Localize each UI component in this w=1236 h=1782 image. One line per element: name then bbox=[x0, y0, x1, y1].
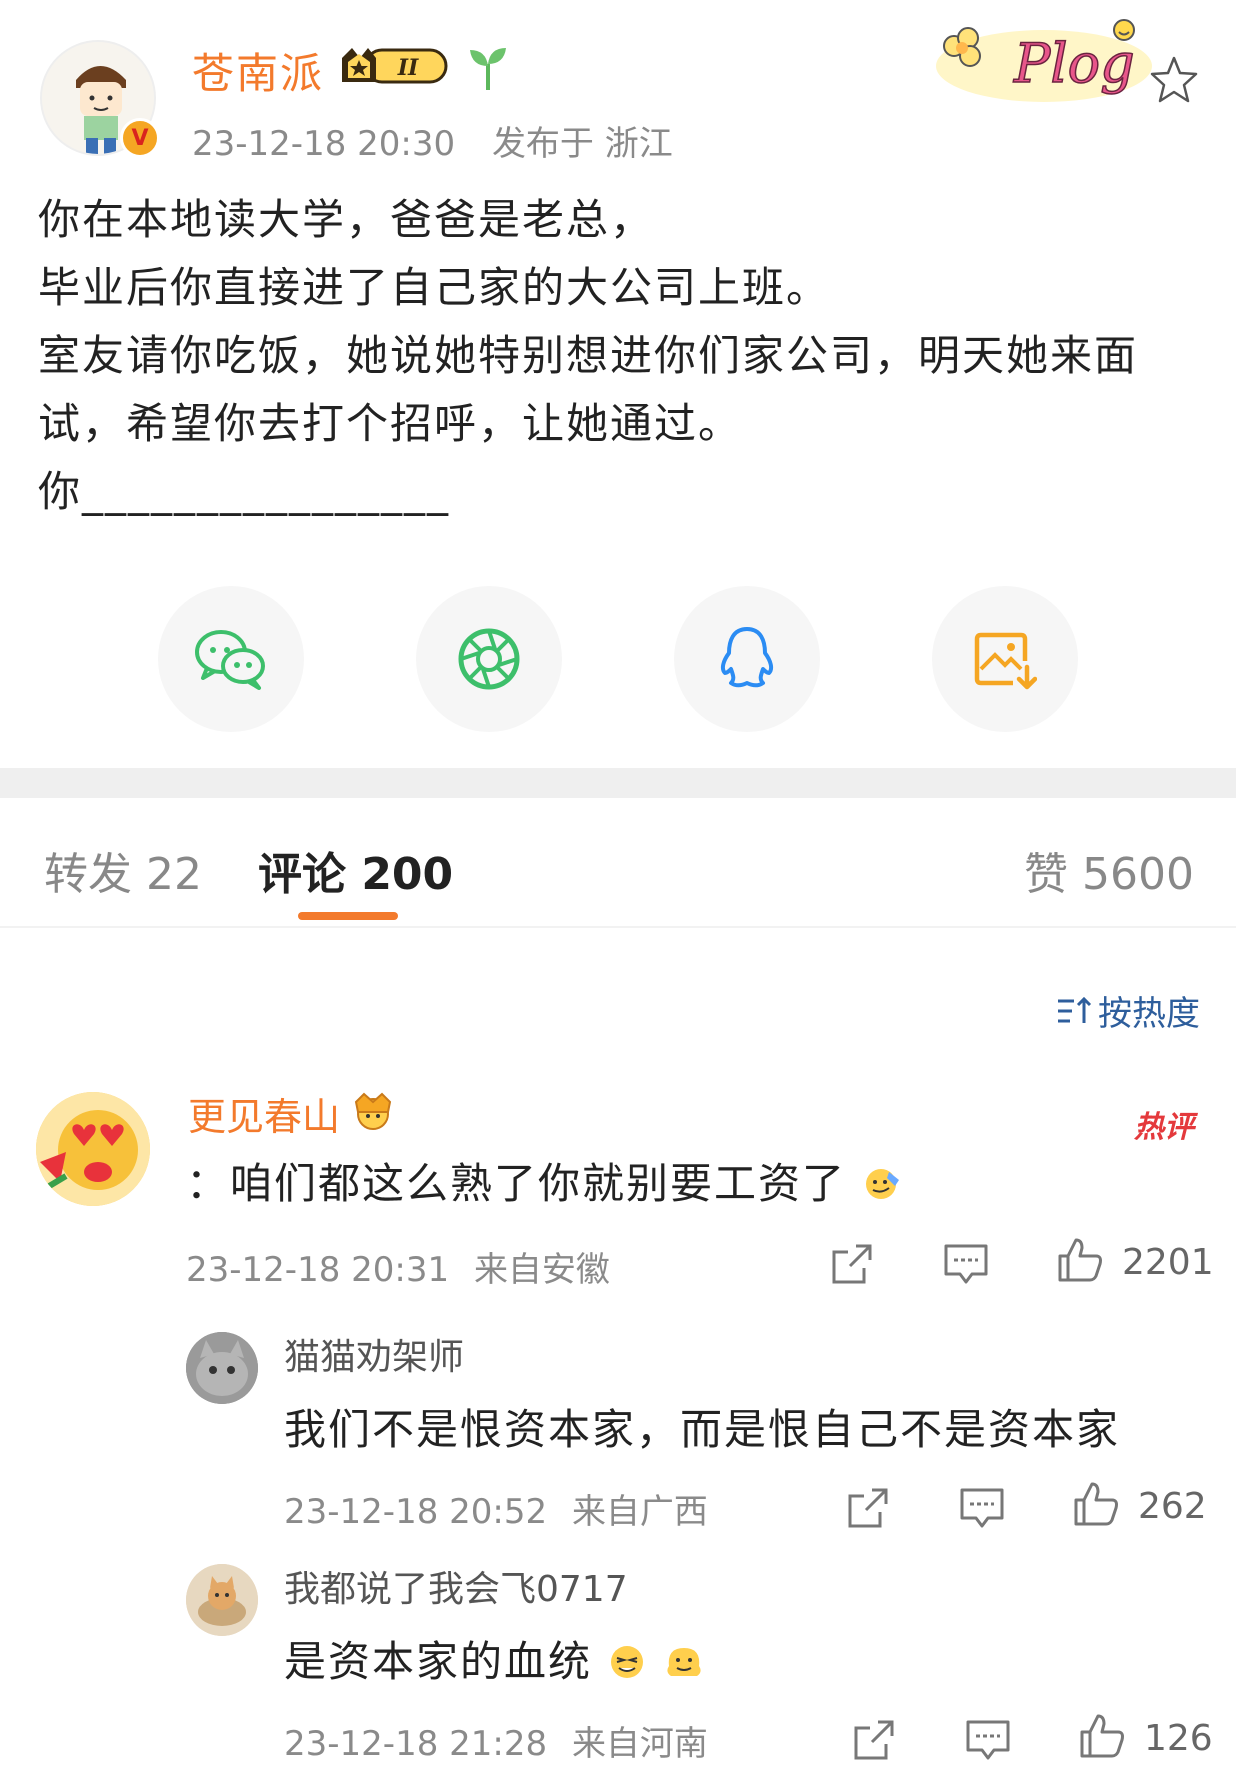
like-icon[interactable] bbox=[1056, 1236, 1104, 1284]
replier-avatar[interactable] bbox=[186, 1332, 258, 1404]
comment-text-content: ：咱们都这么熟了你就别要工资了 bbox=[186, 1159, 847, 1208]
comment-icon[interactable] bbox=[964, 1716, 1012, 1764]
replier-name[interactable]: 猫猫劝架师 bbox=[284, 1328, 464, 1380]
section-divider bbox=[0, 768, 1236, 798]
svg-text:Plog: Plog bbox=[1013, 32, 1135, 95]
share-moments-button[interactable] bbox=[416, 586, 562, 732]
reply-text-content: 是资本家的血统 bbox=[284, 1637, 593, 1686]
reply-item: 猫猫劝架师 我们不是恨资本家，而是恨自己不是资本家 23-12-18 20:52… bbox=[0, 1328, 1236, 1532]
verified-badge-icon: V bbox=[120, 118, 160, 158]
reply-meta: 23-12-18 20:52 来自广西 bbox=[284, 1484, 722, 1533]
share-icon[interactable] bbox=[828, 1240, 876, 1288]
like-count: 2201 bbox=[1122, 1242, 1214, 1283]
share-qq-button[interactable] bbox=[674, 586, 820, 732]
like-icon[interactable] bbox=[1072, 1480, 1120, 1528]
post-line: 毕业后你直接进了自己家的大公司上班。 bbox=[38, 263, 831, 312]
post-location: 发布于 浙江 bbox=[491, 124, 673, 164]
share-save-image-button[interactable] bbox=[932, 586, 1078, 732]
comment-icon[interactable] bbox=[942, 1240, 990, 1288]
post-line: 你________________ bbox=[38, 467, 451, 516]
tab-comments[interactable]: 评论 200 bbox=[258, 838, 453, 902]
post-timestamp: 23-12-18 20:30 bbox=[192, 124, 456, 164]
comment-text: ：咱们都这么熟了你就别要工资了 bbox=[186, 1150, 901, 1211]
reply-location: 来自河南 bbox=[571, 1724, 708, 1764]
crown-level-badge-icon[interactable]: II bbox=[338, 44, 456, 88]
reply-time: 23-12-18 21:28 bbox=[284, 1724, 548, 1764]
post-line: 你在本地读大学，爸爸是老总， bbox=[38, 195, 655, 244]
sprout-icon bbox=[470, 48, 506, 90]
share-row bbox=[0, 586, 1236, 732]
post-header: V 苍南派 II 23-12-18 20:30 发布于 浙江 Plog bbox=[0, 0, 1236, 170]
like-count: 262 bbox=[1138, 1486, 1207, 1527]
comment-item: 更见春山 热评 ：咱们都这么熟了你就别要工资了 23-12-18 20:31 来… bbox=[0, 1086, 1236, 1300]
comment-meta: 23-12-18 20:31 来自安徽 bbox=[186, 1242, 624, 1291]
reply-item: 我都说了我会飞0717 是资本家的血统 23-12-18 21:28 来自河南 … bbox=[0, 1560, 1236, 1764]
comment-location: 来自安徽 bbox=[473, 1250, 610, 1290]
reply-location: 来自广西 bbox=[571, 1492, 708, 1532]
tab-likes[interactable]: 赞 5600 bbox=[1024, 838, 1194, 902]
share-icon[interactable] bbox=[850, 1716, 898, 1764]
sort-icon bbox=[1058, 996, 1092, 1023]
post-body: 你在本地读大学，爸爸是老总， 毕业后你直接进了自己家的大公司上班。 室友请你吃饭… bbox=[38, 186, 1198, 526]
save-image-icon bbox=[974, 632, 1037, 690]
favorite-star-icon[interactable] bbox=[1148, 54, 1200, 106]
wechat-icon bbox=[195, 630, 265, 690]
sort-label: 按热度 bbox=[1098, 994, 1200, 1034]
post-line: 试，希望你去打个招呼，让她通过。 bbox=[38, 399, 743, 448]
post-meta: 23-12-18 20:30 发布于 浙江 bbox=[192, 116, 699, 165]
sort-by-hot-button[interactable]: 按热度 bbox=[1056, 986, 1200, 1035]
comment-icon[interactable] bbox=[958, 1484, 1006, 1532]
share-wechat-button[interactable] bbox=[158, 586, 304, 732]
commenter-avatar[interactable] bbox=[36, 1092, 150, 1206]
replier-name[interactable]: 我都说了我会飞0717 bbox=[284, 1560, 628, 1612]
crown-badge-icon bbox=[354, 1092, 392, 1130]
svg-text:II: II bbox=[397, 55, 419, 81]
squint-emoji-icon bbox=[611, 1646, 644, 1678]
author-avatar[interactable]: V bbox=[40, 40, 160, 158]
like-icon[interactable] bbox=[1078, 1712, 1126, 1760]
replier-avatar[interactable] bbox=[186, 1564, 258, 1636]
plog-sticker: Plog bbox=[936, 19, 1152, 102]
moments-icon bbox=[458, 628, 520, 690]
interaction-tabs: 转发 22 评论 200 赞 5600 bbox=[0, 798, 1236, 928]
commenter-name[interactable]: 更见春山 bbox=[188, 1086, 340, 1141]
hot-comment-badge: 热评 bbox=[1134, 1110, 1194, 1145]
active-tab-indicator bbox=[298, 912, 398, 920]
qq-icon bbox=[720, 627, 774, 688]
salute-emoji-icon bbox=[866, 1169, 900, 1199]
reply-meta: 23-12-18 21:28 来自河南 bbox=[284, 1716, 722, 1765]
like-count: 126 bbox=[1144, 1718, 1213, 1759]
reply-text: 是资本家的血统 bbox=[284, 1628, 705, 1689]
reply-time: 23-12-18 20:52 bbox=[284, 1492, 548, 1532]
tab-repost[interactable]: 转发 22 bbox=[44, 838, 202, 902]
post-line: 室友请你吃饭，她说她特别想进你们家公司，明天她来面 bbox=[38, 331, 1139, 380]
comment-time: 23-12-18 20:31 bbox=[186, 1250, 450, 1290]
melting-emoji-icon bbox=[667, 1648, 701, 1676]
reply-text: 我们不是恨资本家，而是恨自己不是资本家 bbox=[284, 1405, 1121, 1454]
share-icon[interactable] bbox=[844, 1484, 892, 1532]
author-name[interactable]: 苍南派 bbox=[192, 40, 324, 101]
